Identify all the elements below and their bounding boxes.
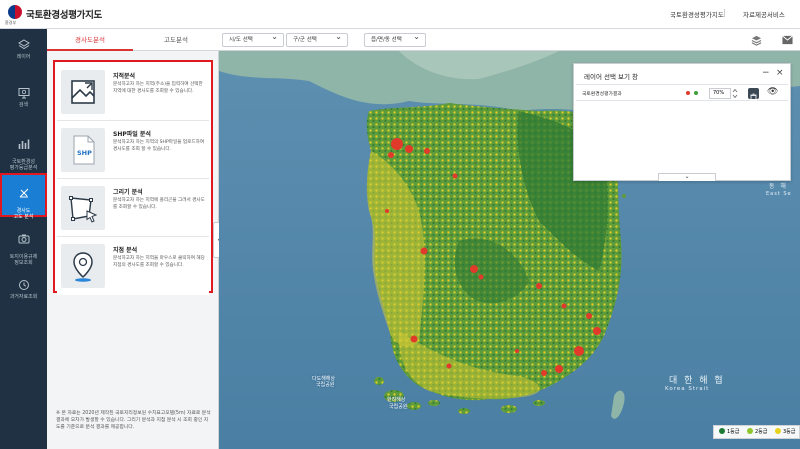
place-label-hallyeo-park: 국립공원: [389, 404, 408, 410]
layers-toggle-icon[interactable]: [751, 35, 762, 46]
app-title[interactable]: 국토환경성평가지도: [26, 7, 102, 21]
nav-item-search[interactable]: 검색: [0, 87, 47, 117]
nav-item-layer[interactable]: 레이어: [0, 39, 47, 69]
card-title: 지점 분석: [113, 247, 138, 254]
place-label-hallyeo: 한려해상: [387, 397, 406, 403]
legend-label: 3등급: [783, 429, 796, 435]
top-link-data-service[interactable]: 자료제공서비스: [743, 9, 785, 19]
layer-selection-window: 레이어 선택 보기 창 − × 국토환경성평가결과 70% 👁 ⌄: [573, 63, 791, 181]
sea-label-east-sea: 동 해: [769, 183, 788, 190]
legend-dot-icon: [747, 428, 753, 434]
sea-label-east-sea-en: East Se: [766, 191, 792, 197]
top-link-divider: [724, 9, 725, 17]
nav-item-label: 토지이용규제 정보조회: [9, 254, 38, 266]
legend-label: 1등급: [727, 429, 740, 435]
visibility-eye-icon[interactable]: 👁: [767, 87, 778, 97]
map-area-icon: [71, 80, 95, 104]
card-thumbnail: SHP: [61, 128, 105, 172]
nav-item-label: 과거자료조회: [9, 294, 38, 300]
ministry-name: 환경부: [5, 20, 17, 25]
history-icon: [18, 280, 29, 290]
legend-item-grade2: 2등급: [747, 426, 767, 438]
layer-color-green-icon: [694, 91, 698, 95]
card-description: 분석하고자 하는 지역을 마우스로 클릭하여 해당 지점의 경사도를 조회할 수…: [113, 256, 205, 268]
layer-color-red-icon: [686, 91, 690, 95]
legend-item-grade3: 3등급: [775, 426, 795, 438]
analysis-method-list: 지적분석 분석하고자 하는 지역(주소)을 입력하여 선택한 지역에 대한 경사…: [53, 60, 213, 295]
tab-slope-analysis[interactable]: 경사도분석: [47, 29, 133, 51]
draw-polygon-icon: [69, 196, 98, 223]
gugun-select[interactable]: 구/군 선택: [286, 31, 348, 47]
legend-dot-icon: [775, 428, 781, 434]
expand-window-button[interactable]: ⌄: [658, 173, 716, 181]
card-thumbnail: [61, 186, 105, 230]
nav-item-label: 검색: [18, 102, 29, 108]
place-label-dadohae-park: 국립공원: [316, 382, 335, 388]
shp-file-icon: SHP: [73, 135, 95, 165]
card-title: SHP파일 분석: [113, 131, 151, 138]
top-link-eco-map[interactable]: 국토환경성평가지도: [670, 9, 724, 19]
ministry-logo-icon[interactable]: [8, 5, 22, 19]
delete-layer-button[interactable]: [748, 88, 759, 102]
card-description: 분석하고자 하는 지역에 폴리곤을 그려서 경사도를 조회할 수 있습니다.: [113, 198, 205, 210]
sea-label-korea-strait-en: Korea Strait: [665, 386, 710, 392]
card-draw-analysis[interactable]: 그리기 분석 분석하고자 하는 지역에 폴리곤을 그려서 경사도를 조회할 수 …: [57, 180, 209, 237]
card-thumbnail: [61, 244, 105, 288]
eupmyeondong-select[interactable]: 읍/면/동 선택: [364, 31, 426, 47]
card-description: 분석하고자 하는 지역의 SHP파일을 업로드하여 경사도를 조회 할 수 있습…: [113, 140, 205, 152]
camera-icon: [18, 234, 29, 244]
location-pin-icon: [73, 252, 93, 282]
nav-item-history[interactable]: 과거자료조회: [0, 279, 47, 309]
nav-item-label: 경사도 고도 분석: [13, 208, 34, 220]
shp-icon-text: SHP: [77, 149, 92, 157]
sido-select[interactable]: 시/도 선택: [222, 31, 284, 47]
nav-item-label: 레이어: [16, 54, 31, 60]
close-icon[interactable]: ×: [776, 68, 784, 78]
slope-icon: [19, 188, 28, 198]
layer-opacity-input[interactable]: 70%: [709, 88, 731, 99]
analysis-panel: 경사도분석 고도분석 지적분석 분석하고자 하는 지역(주소)을 입력하여 선택…: [47, 29, 219, 449]
map-toolbar: 시/도 선택 구/군 선택 읍/면/동 선택: [219, 29, 800, 51]
card-thumbnail: [61, 70, 105, 114]
top-header: 환경부 국토환경성평가지도 국토환경성평가지도 자료제공서비스: [0, 0, 800, 29]
nav-item-label: 국토환경성 평가등급분석: [9, 159, 38, 171]
trash-icon: [750, 93, 757, 102]
card-description: 분석하고자 하는 지역(주소)을 입력하여 선택한 지역에 대한 경사도를 조회…: [113, 82, 203, 94]
analysis-note: ※ 본 자료는 2020년 제작된 국토지리정보원 수치표고모델(5m) 자료로…: [56, 411, 211, 430]
tab-elevation-analysis[interactable]: 고도분석: [133, 29, 219, 51]
nav-item-grade-analysis[interactable]: 국토환경성 평가등급분석: [0, 132, 47, 172]
nav-item-slope-analysis[interactable]: 경사도 고도 분석: [0, 173, 47, 220]
search-monitor-icon: [18, 88, 29, 99]
mail-icon[interactable]: [782, 35, 793, 45]
legend-dot-icon: [719, 428, 725, 434]
legend-item-grade1: 1등급: [719, 426, 739, 438]
opacity-stepper-icon[interactable]: [732, 88, 738, 99]
sea-label-korea-strait: 대 한 해 협: [669, 376, 725, 386]
map-legend: 1등급 2등급 3등급: [713, 425, 800, 439]
minimize-icon[interactable]: −: [762, 68, 770, 78]
layers-icon: [17, 39, 30, 50]
layer-name: 국토환경성평가결과: [582, 92, 622, 97]
card-title: 지적분석: [113, 73, 136, 80]
card-cadastral-analysis[interactable]: 지적분석 분석하고자 하는 지역(주소)을 입력하여 선택한 지역에 대한 경사…: [57, 64, 209, 121]
nav-item-land-regulation[interactable]: 토지이용규제 정보조회: [0, 227, 47, 267]
legend-label: 2등급: [755, 429, 768, 435]
card-point-analysis[interactable]: 지점 분석 분석하고자 하는 지역을 마우스로 클릭하여 해당 지점의 경사도를…: [57, 238, 209, 295]
layer-row: 국토환경성평가결과 70% 👁: [576, 84, 788, 102]
card-shp-analysis[interactable]: SHP SHP파일 분석 분석하고자 하는 지역의 SHP파일을 업로드하여 경…: [57, 122, 209, 179]
left-navigation: 레이어 검색 국토환경성 평가등급분석 경사도 고도 분석 토지이용규제 정보조…: [0, 29, 47, 449]
card-title: 그리기 분석: [113, 189, 143, 196]
bar-chart-icon: [18, 139, 29, 149]
layer-window-title: 레이어 선택 보기 창: [584, 73, 639, 81]
